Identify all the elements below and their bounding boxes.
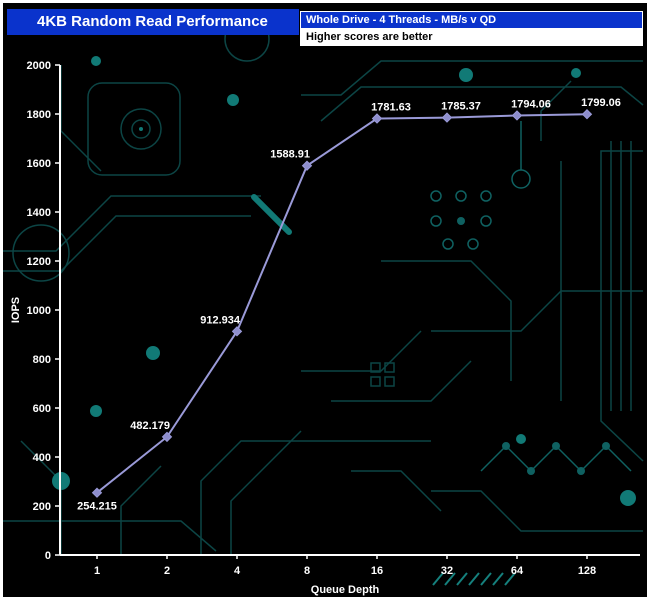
x-tick-label: 32 bbox=[441, 565, 453, 577]
chart-window: 0 200 400 600 800 1000 1200 1400 1600 1800 2000 1 2 4… bbox=[0, 0, 650, 600]
y-tick-label: 200 bbox=[33, 501, 51, 513]
x-tick-label: 64 bbox=[511, 565, 524, 577]
y-tick-label: 1400 bbox=[27, 207, 51, 219]
y-tick-label: 800 bbox=[33, 354, 51, 366]
data-point-marker bbox=[513, 111, 522, 120]
y-tick-label: 400 bbox=[33, 452, 51, 464]
x-tick-label: 4 bbox=[234, 565, 241, 577]
chart-note: Higher scores are better bbox=[300, 29, 643, 46]
y-tick-label: 1200 bbox=[27, 256, 51, 268]
chart-subtitle: Whole Drive - 4 Threads - MB/s v QD bbox=[300, 11, 643, 29]
y-tick-label: 600 bbox=[33, 403, 51, 415]
chart-legend-box: Whole Drive - 4 Threads - MB/s v QD High… bbox=[300, 11, 643, 46]
y-tick-label: 0 bbox=[45, 550, 51, 562]
x-tick-label: 8 bbox=[304, 565, 310, 577]
y-tick-label: 1000 bbox=[27, 305, 51, 317]
data-point-label: 1785.37 bbox=[441, 101, 481, 113]
data-point-label: 1781.63 bbox=[371, 102, 411, 114]
page-title: 4KB Random Read Performance bbox=[7, 9, 299, 35]
data-point-label: 1794.06 bbox=[511, 98, 551, 110]
line-chart: 0 200 400 600 800 1000 1200 1400 1600 1800 2000 1 2 4… bbox=[3, 3, 647, 597]
data-point-label: 254.215 bbox=[77, 501, 117, 513]
x-tick-label: 128 bbox=[578, 565, 596, 577]
y-tick-label: 1800 bbox=[27, 109, 51, 121]
x-tick-label: 2 bbox=[164, 565, 170, 577]
y-tick-label: 1600 bbox=[27, 158, 51, 170]
data-point-marker bbox=[443, 113, 452, 122]
x-tick-label: 16 bbox=[371, 565, 383, 577]
data-point-label: 1588.91 bbox=[270, 149, 310, 161]
data-point-label: 1799.06 bbox=[581, 97, 621, 109]
data-point-label: 912.934 bbox=[200, 314, 241, 326]
y-tick-label: 2000 bbox=[27, 60, 51, 72]
data-point-marker bbox=[583, 110, 592, 119]
data-point-label: 482.179 bbox=[130, 420, 170, 432]
x-axis-title: Queue Depth bbox=[311, 584, 380, 596]
x-tick-label: 1 bbox=[94, 565, 100, 577]
y-axis-title: IOPS bbox=[10, 297, 22, 323]
